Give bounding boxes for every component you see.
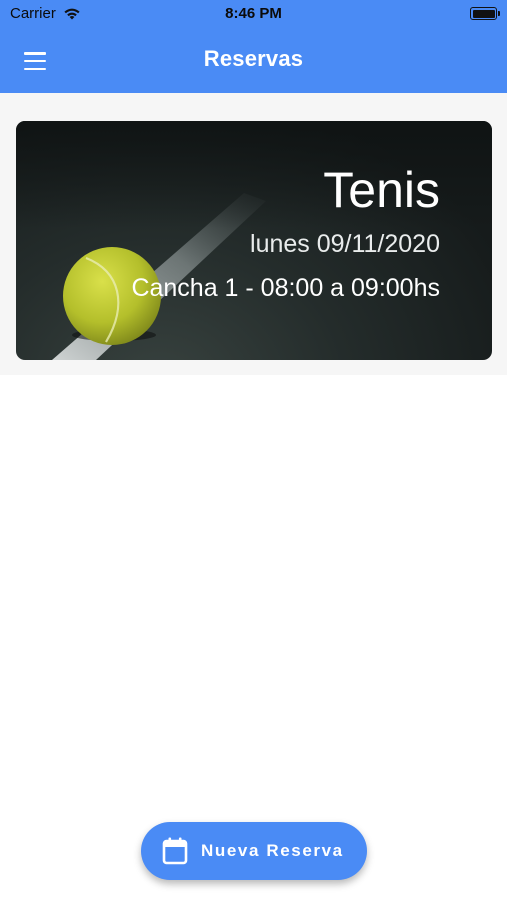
page-title: Reservas [203,46,304,71]
battery-level [472,9,495,18]
reservation-date: lunes 09/11/2020 [250,230,440,258]
reservation-card[interactable]: Tenis lunes 09/11/2020 Cancha 1 - 08:00 … [16,121,492,360]
reservation-sport: Tenis [323,162,440,218]
calendar-icon [162,837,188,865]
status-bar: Carrier 8:46 PM [0,0,507,30]
reservation-court-time: Cancha 1 - 08:00 a 09:00hs [131,274,440,302]
battery-icon [470,7,500,20]
app-bar: Reservas [0,30,507,93]
clock: 8:46 PM [225,5,282,22]
new-reservation-label: Nueva Reserva [201,841,344,860]
new-reservation-button[interactable]: Nueva Reserva [141,822,367,880]
